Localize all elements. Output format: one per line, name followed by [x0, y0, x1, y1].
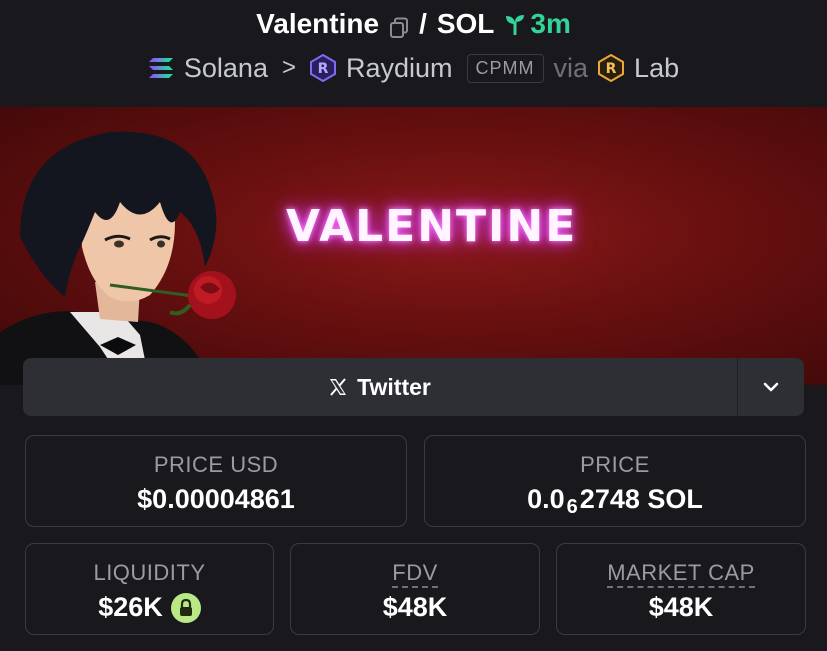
stat-label: PRICE USD [153, 452, 279, 477]
stat-market-cap[interactable]: MARKET CAP $48K [556, 543, 806, 635]
pair-separator: / [419, 8, 427, 39]
stat-value: $48K [382, 592, 448, 622]
pair-age: 3m [504, 8, 571, 40]
solana-logo [148, 55, 174, 81]
svg-text:R: R [606, 61, 617, 77]
stat-price-native: PRICE 0.0 6 2748 SOL [424, 435, 806, 527]
stat-liquidity: LIQUIDITY $26K [25, 543, 274, 635]
liquidity-value: $26K [98, 592, 163, 622]
pair-route: Solana > R Raydium CPMM via R Lab [0, 50, 827, 86]
via-text: via [553, 52, 589, 83]
stat-label: MARKET CAP [607, 560, 755, 588]
svg-text:R: R [318, 61, 329, 77]
stat-fdv[interactable]: FDV $48K [290, 543, 540, 635]
more-links-button[interactable] [737, 358, 804, 416]
banner-title: VALENTINE [286, 201, 578, 252]
seedling-icon [506, 15, 525, 35]
price-suffix: 2748 SOL [579, 484, 703, 514]
social-links: Twitter [23, 358, 804, 416]
price-prefix: 0.0 [527, 484, 565, 514]
copy-icon[interactable] [389, 14, 409, 38]
stat-label: FDV [392, 560, 438, 588]
stat-value: $0.00004861 [137, 484, 295, 514]
pair-header: Valentine / SOL 3m Solana > R Raydium CP… [0, 0, 827, 107]
price-zero-count: 6 [566, 496, 578, 518]
twitter-label: Twitter [357, 373, 431, 400]
pair-age-text: 3m [530, 8, 571, 39]
stat-value: $26K [26, 592, 273, 623]
chevron-down-icon [763, 382, 779, 392]
token-banner: VALENTINE [0, 107, 827, 385]
quote-token: SOL [436, 8, 495, 39]
stat-value: $48K [648, 592, 714, 622]
stat-label: PRICE [580, 452, 650, 477]
x-logo [330, 378, 347, 396]
dex-name[interactable]: Raydium [346, 53, 453, 84]
twitter-button[interactable]: Twitter [23, 358, 737, 416]
chain-name[interactable]: Solana [184, 53, 268, 84]
lock-icon[interactable] [170, 592, 201, 623]
stat-price-usd: PRICE USD $0.00004861 [25, 435, 407, 527]
stat-value: 0.0 6 2748 SOL [425, 484, 805, 518]
pair-title-row: Valentine / SOL 3m [0, 6, 827, 42]
launchpad-name[interactable]: Lab [634, 53, 679, 84]
character-illustration [0, 131, 236, 385]
pool-type-badge: CPMM [466, 53, 544, 83]
stat-label: LIQUIDITY [93, 560, 206, 585]
lab-logo: R [598, 54, 625, 82]
token-name: Valentine [256, 8, 380, 39]
route-chevron: > [281, 54, 296, 81]
raydium-logo: R [309, 54, 336, 82]
